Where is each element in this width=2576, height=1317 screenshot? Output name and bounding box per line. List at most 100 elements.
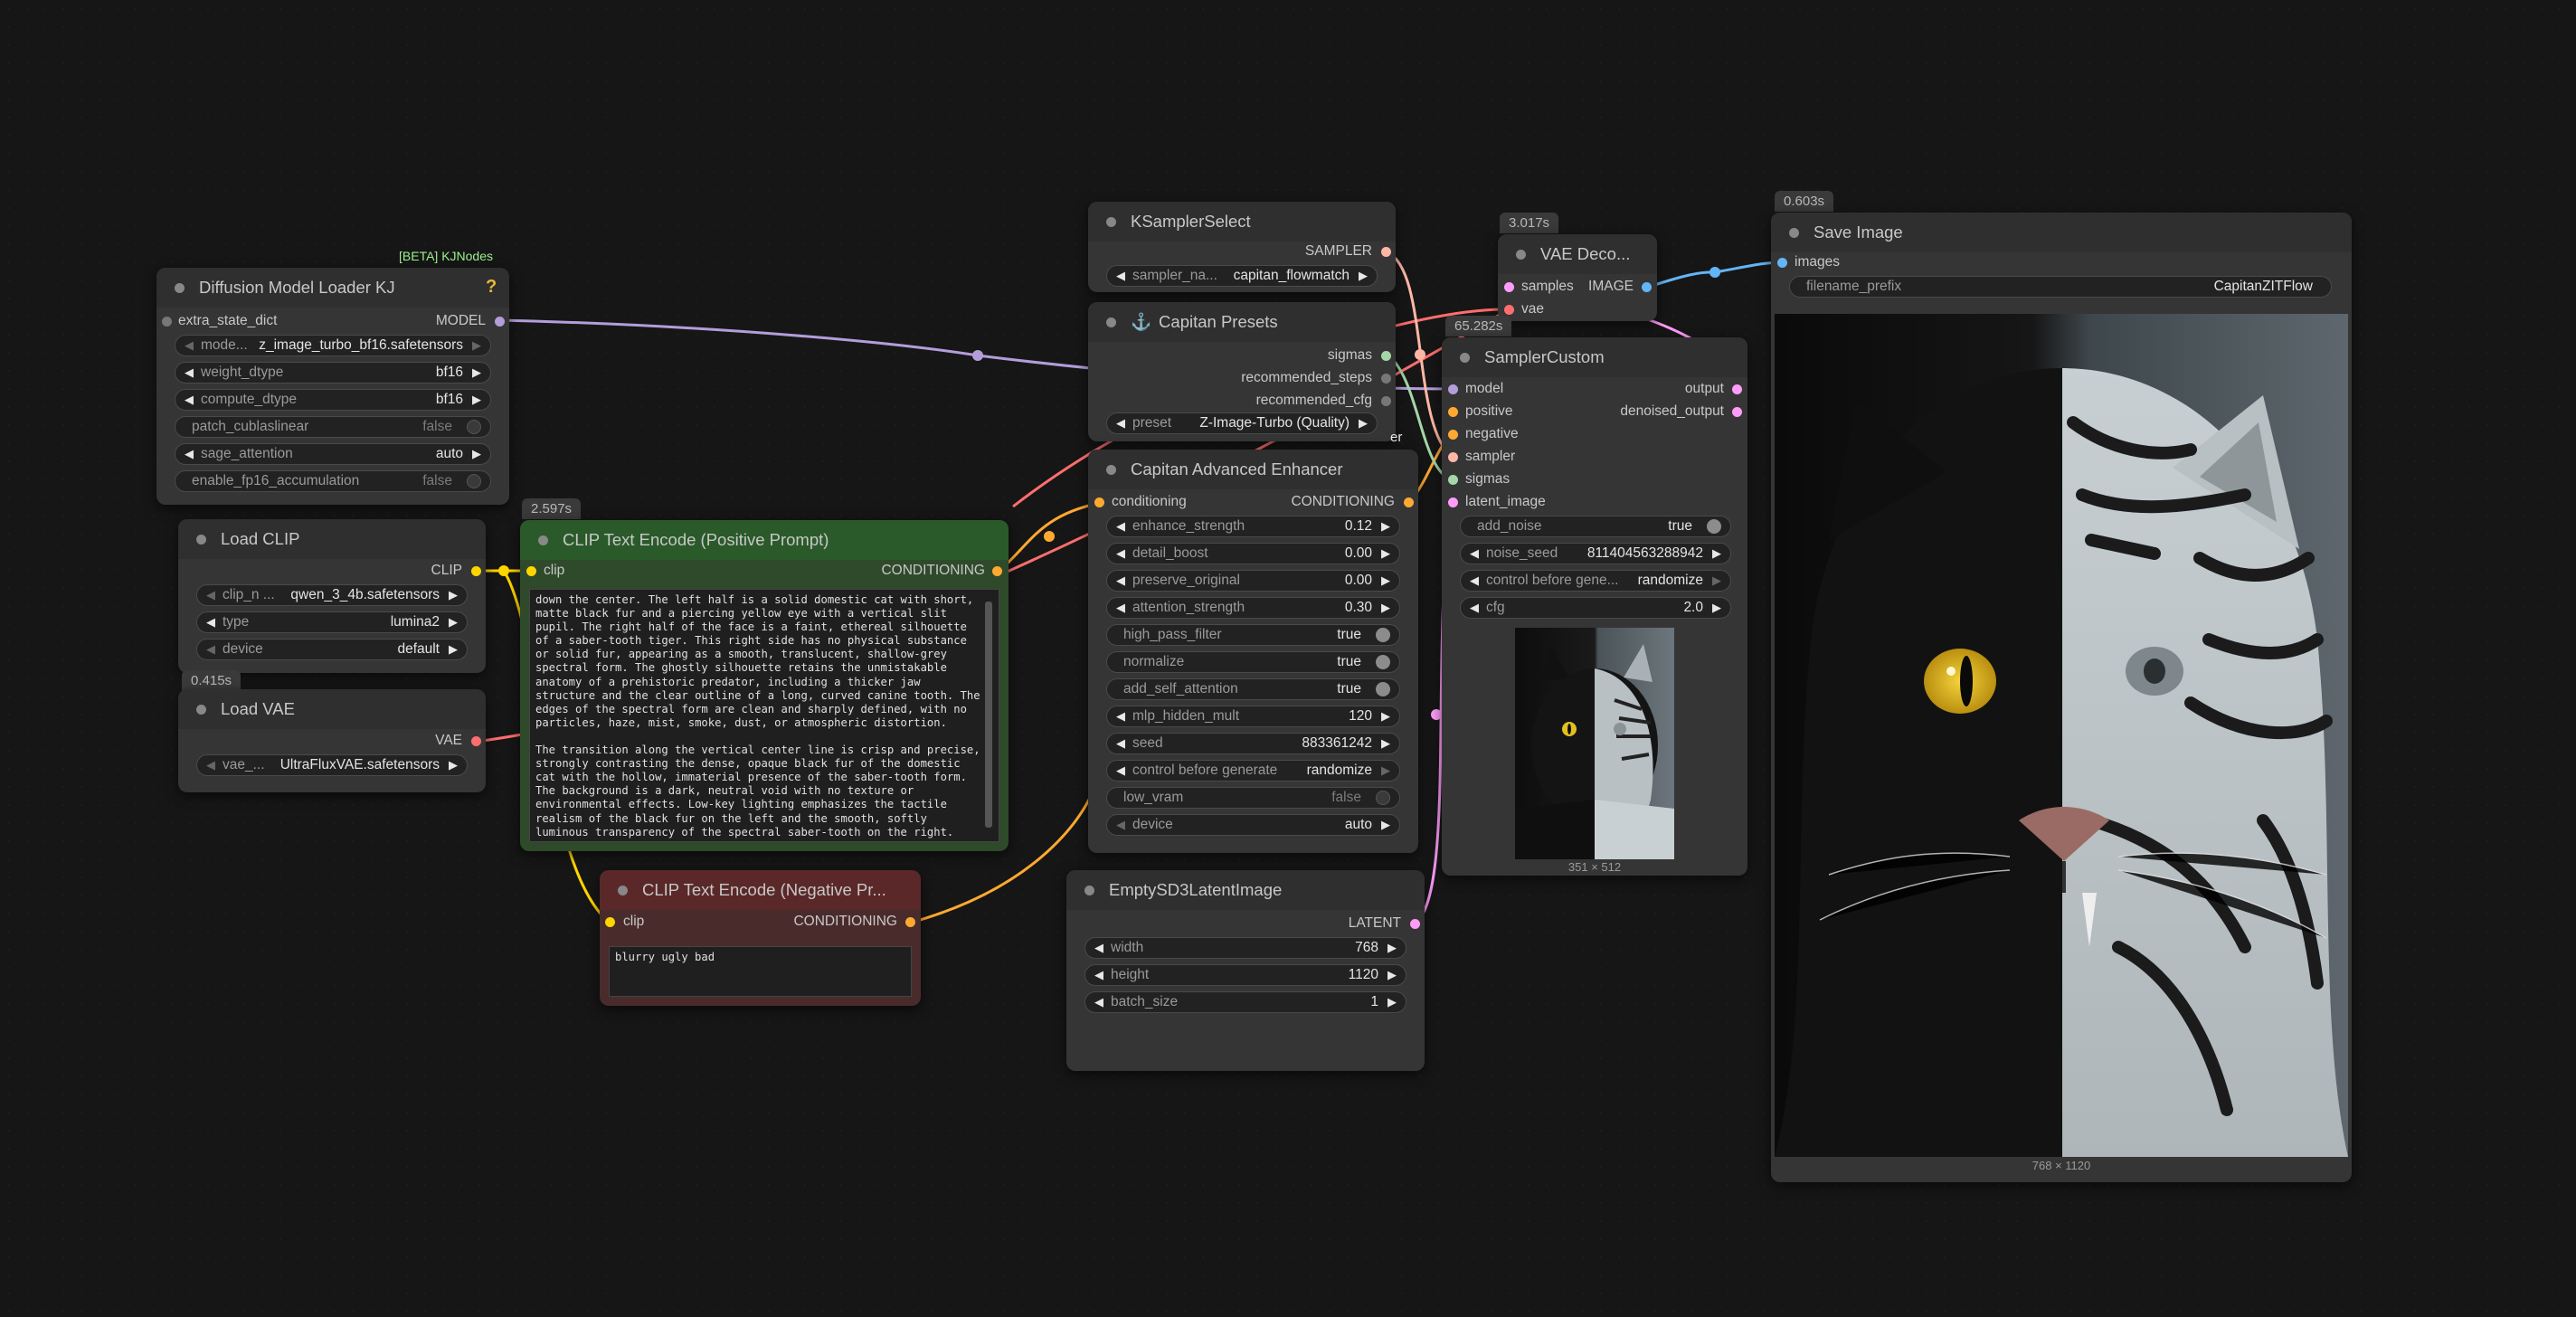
save-image-node[interactable]: Save Image images filename_prefix Capitan… [1771, 213, 2352, 1182]
vae-input-socket[interactable] [1504, 305, 1514, 315]
arrow-right-icon[interactable]: ▶ [1381, 818, 1390, 832]
output-socket[interactable] [1732, 384, 1742, 394]
image-output-socket[interactable] [1642, 282, 1652, 292]
arrow-right-icon[interactable]: ▶ [1712, 601, 1721, 615]
sampler-input-socket[interactable] [1448, 452, 1458, 462]
arrow-left-icon[interactable]: ◀ [1116, 519, 1125, 534]
clip-device-combo[interactable]: ◀ device default ▶ [196, 639, 468, 660]
arrow-right-icon[interactable]: ▶ [1381, 736, 1390, 751]
arrow-right-icon[interactable]: ▶ [1387, 995, 1397, 1009]
cfg-stepper[interactable]: ◀ cfg 2.0 ▶ [1460, 597, 1731, 619]
collapse-dot[interactable] [1106, 317, 1116, 327]
enable-fp16-accumulation-toggle[interactable]: enable_fp16_accumulation false [175, 470, 491, 492]
diffusion-model-loader-node[interactable]: Diffusion Model Loader KJ ? extra_state_… [156, 268, 509, 505]
arrow-left-icon[interactable]: ◀ [1470, 573, 1479, 588]
arrow-left-icon[interactable]: ◀ [206, 642, 215, 657]
arrow-left-icon[interactable]: ◀ [206, 588, 215, 602]
preset-combo[interactable]: ◀ preset Z-Image-Turbo (Quality) ▶ [1106, 412, 1378, 434]
images-input-socket[interactable] [1777, 258, 1787, 268]
empty-sd3-latent-image-node[interactable]: EmptySD3LatentImage LATENT ◀ width 768 ▶ ◀ h… [1066, 870, 1425, 1071]
node-title-bar[interactable]: ⚓ Capitan Presets [1088, 302, 1396, 342]
load-clip-node[interactable]: Load CLIP CLIP ◀ clip_n ... qwen_3_4b.safe… [178, 519, 486, 673]
model-name-combo[interactable]: ◀ mode... z_image_turbo_bf16.safetensors ▶ [175, 335, 491, 356]
arrow-right-icon[interactable]: ▶ [1381, 573, 1390, 588]
normalize-toggle[interactable]: normalize true [1106, 651, 1400, 673]
vae-name-combo[interactable]: ◀ vae_... UltraFluxVAE.safetensors ▶ [196, 754, 468, 776]
toggle-icon[interactable] [467, 474, 481, 488]
seed-stepper[interactable]: ◀ seed 883361242 ▶ [1106, 733, 1400, 754]
sigmas-input-socket[interactable] [1448, 475, 1458, 485]
collapse-dot[interactable] [175, 282, 185, 293]
clip-input-socket[interactable] [605, 917, 615, 927]
toggle-icon[interactable] [1376, 628, 1390, 642]
collapse-dot[interactable] [1106, 216, 1116, 227]
filename-prefix-field[interactable]: filename_prefix CapitanZITFlow [1789, 276, 2332, 298]
node-title-bar[interactable]: EmptySD3LatentImage [1066, 870, 1425, 910]
arrow-right-icon[interactable]: ▶ [449, 642, 458, 657]
sampler-output-socket[interactable] [1381, 247, 1391, 257]
sigmas-output-socket[interactable] [1381, 351, 1391, 361]
arrow-left-icon[interactable]: ◀ [1116, 818, 1125, 832]
samples-input-socket[interactable] [1504, 282, 1514, 292]
add-self-attention-toggle[interactable]: add_self_attention true [1106, 678, 1400, 700]
arrow-right-icon[interactable]: ▶ [1381, 709, 1390, 724]
compute-dtype-combo[interactable]: ◀ compute_dtype bf16 ▶ [175, 389, 491, 411]
toggle-icon[interactable] [1376, 791, 1390, 805]
negative-prompt-textarea[interactable]: blurry ugly bad [609, 946, 912, 997]
ksampler-select-node[interactable]: KSamplerSelect SAMPLER ◀ sampler_na... cap… [1088, 202, 1396, 292]
detail-boost-slider[interactable]: ◀ detail_boost 0.00 ▶ [1106, 543, 1400, 564]
arrow-left-icon[interactable]: ◀ [185, 365, 194, 380]
node-title-bar[interactable]: Load VAE [178, 689, 486, 729]
noise-seed-stepper[interactable]: ◀ noise_seed 811404563288942 ▶ [1460, 543, 1731, 564]
denoised-output-socket[interactable] [1732, 407, 1742, 417]
toggle-icon[interactable] [1376, 655, 1390, 669]
arrow-left-icon[interactable]: ◀ [206, 758, 215, 772]
sampler-preview-image[interactable] [1515, 628, 1674, 859]
batch-size-stepper[interactable]: ◀ batch_size 1 ▶ [1084, 991, 1406, 1013]
node-title-bar[interactable]: SamplerCustom [1442, 337, 1747, 377]
latent-output-socket[interactable] [1410, 919, 1420, 929]
collapse-dot[interactable] [1460, 352, 1470, 363]
arrow-right-icon[interactable]: ▶ [449, 758, 458, 772]
load-vae-node[interactable]: Load VAE VAE ◀ vae_... UltraFluxVAE.safete… [178, 689, 486, 792]
arrow-left-icon[interactable]: ◀ [1116, 573, 1125, 588]
help-icon[interactable]: ? [486, 277, 497, 298]
arrow-right-icon[interactable]: ▶ [472, 365, 481, 380]
collapse-dot[interactable] [538, 535, 548, 545]
arrow-right-icon[interactable]: ▶ [1381, 519, 1390, 534]
conditioning-output-socket[interactable] [992, 566, 1002, 576]
steps-output-socket[interactable] [1381, 374, 1391, 384]
sampler-name-combo[interactable]: ◀ sampler_na... capitan_flowmatch ▶ [1106, 265, 1378, 287]
arrow-left-icon[interactable]: ◀ [1470, 546, 1479, 561]
clip-output-socket[interactable] [471, 566, 481, 576]
model-output-socket[interactable] [495, 317, 505, 327]
node-title-bar[interactable]: VAE Deco... [1498, 234, 1657, 274]
vae-decode-node[interactable]: VAE Deco... samples IMAGE vae [1498, 234, 1657, 321]
collapse-dot[interactable] [1516, 249, 1526, 260]
control-before-generate-combo[interactable]: ◀ control before gene... randomize ▶ [1460, 570, 1731, 592]
capitan-advanced-enhancer-node[interactable]: Capitan Advanced Enhancer conditioning C… [1088, 450, 1418, 853]
arrow-right-icon[interactable]: ▶ [472, 447, 481, 461]
clip-text-encode-positive-node[interactable]: CLIP Text Encode (Positive Prompt) clip … [520, 520, 1009, 851]
collapse-dot[interactable] [1084, 885, 1094, 895]
positive-input-socket[interactable] [1448, 407, 1458, 417]
collapse-dot[interactable] [1106, 464, 1116, 475]
low-vram-toggle[interactable]: low_vram false [1106, 787, 1400, 809]
extra-state-dict-socket[interactable] [162, 317, 172, 327]
arrow-left-icon[interactable]: ◀ [1116, 709, 1125, 724]
width-stepper[interactable]: ◀ width 768 ▶ [1084, 937, 1406, 959]
add-noise-toggle[interactable]: add_noise true [1460, 516, 1731, 537]
arrow-left-icon[interactable]: ◀ [1116, 546, 1125, 561]
arrow-right-icon[interactable]: ▶ [1387, 941, 1397, 955]
toggle-icon[interactable] [1376, 682, 1390, 696]
arrow-right-icon[interactable]: ▶ [449, 615, 458, 630]
collapse-dot[interactable] [196, 704, 206, 715]
toggle-icon[interactable] [467, 420, 481, 434]
negative-input-socket[interactable] [1448, 430, 1458, 440]
arrow-left-icon[interactable]: ◀ [1116, 763, 1125, 778]
node-title-bar[interactable]: CLIP Text Encode (Negative Pr... [600, 870, 921, 910]
arrow-right-icon[interactable]: ▶ [1381, 601, 1390, 615]
clip-type-combo[interactable]: ◀ type lumina2 ▶ [196, 611, 468, 633]
high-pass-filter-toggle[interactable]: high_pass_filter true [1106, 624, 1400, 646]
arrow-right-icon[interactable]: ▶ [1359, 269, 1368, 283]
